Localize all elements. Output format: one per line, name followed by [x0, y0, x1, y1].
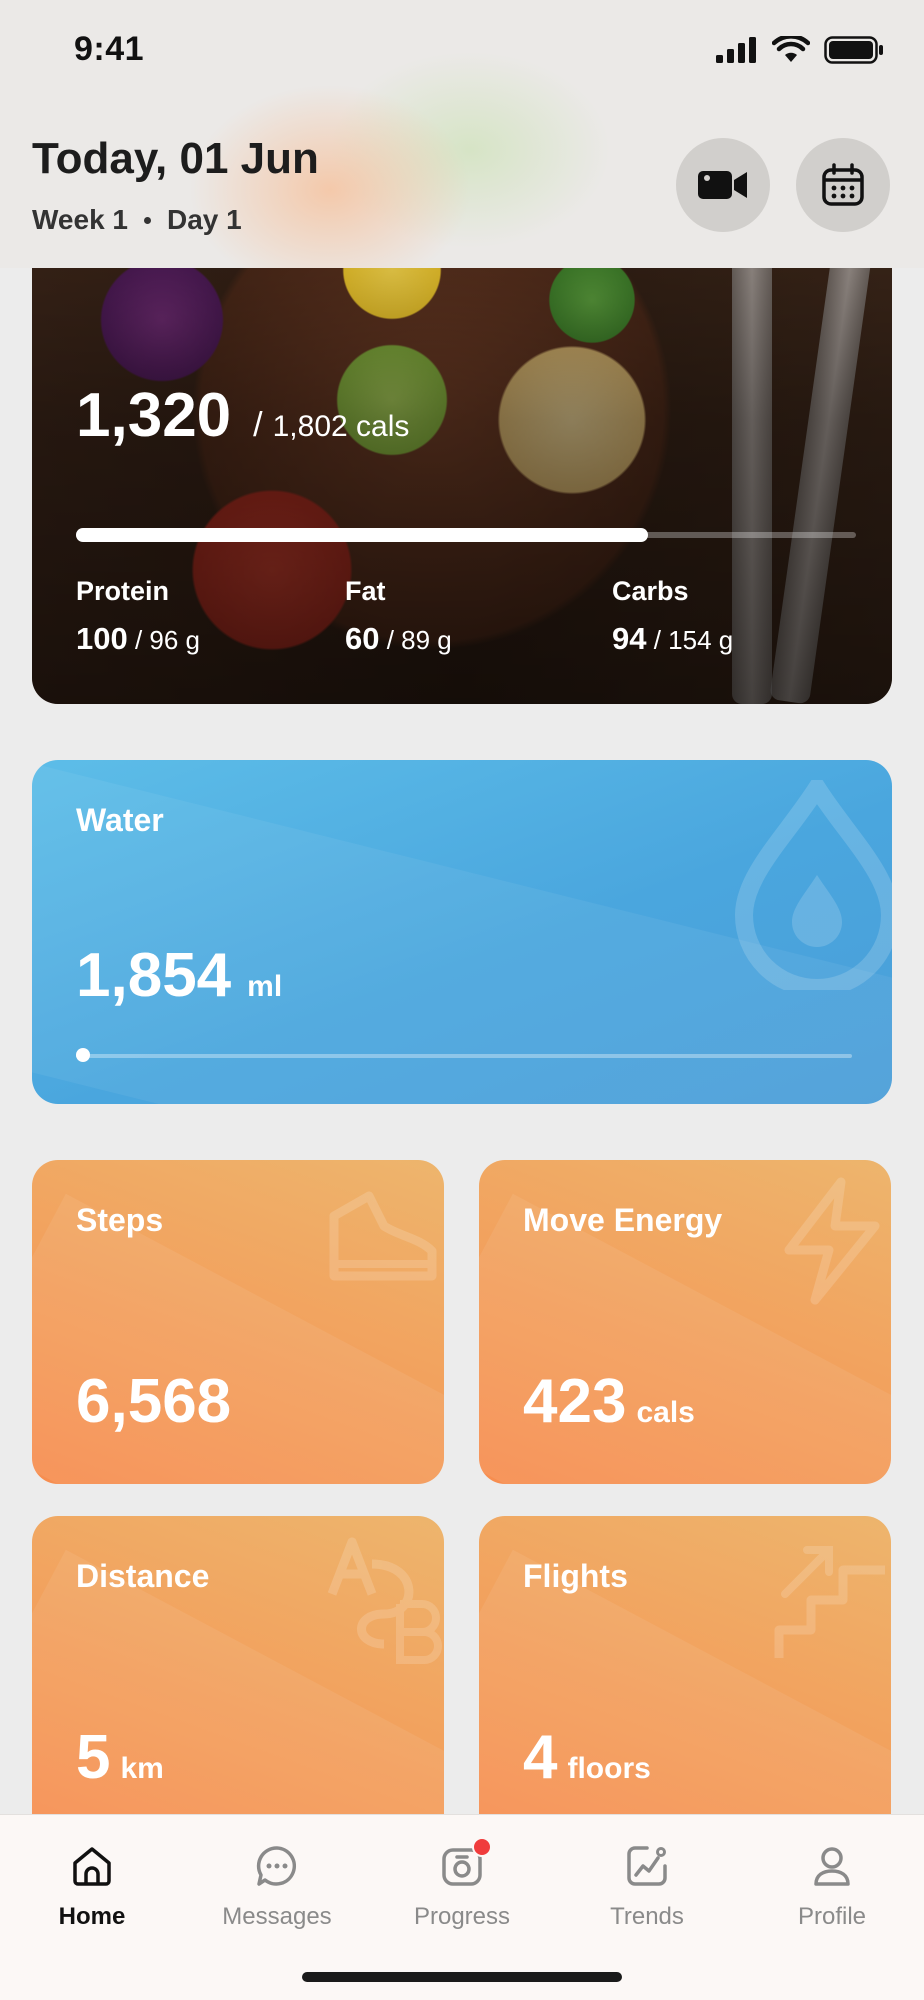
- messages-icon: [256, 1846, 297, 1886]
- water-amount: 1,854: [76, 941, 232, 1010]
- move-energy-unit: cals: [636, 1396, 695, 1429]
- page-title: Today, 01 Jun: [32, 134, 319, 183]
- battery-icon: [824, 36, 883, 64]
- calories-progress-fill: [76, 528, 648, 542]
- profile-icon: [814, 1847, 850, 1886]
- status-time: 9:41: [74, 30, 145, 68]
- cellular-signal-icon: [716, 37, 756, 63]
- home-icon: [73, 1847, 111, 1886]
- tab-icon-wrap: [440, 1837, 492, 1893]
- water-progress-handle[interactable]: [76, 1048, 90, 1062]
- move-energy-amount: 423: [523, 1367, 627, 1436]
- flights-card[interactable]: Flights 4 floors: [479, 1516, 891, 1840]
- home-indicator: [302, 1972, 622, 1982]
- move-energy-value: 423 cals: [523, 1366, 695, 1437]
- tab-label: Trends: [610, 1903, 684, 1930]
- week-day-subtitle: Week 1 Day 1: [32, 204, 242, 236]
- water-drop-icon: [734, 780, 892, 990]
- tab-trends[interactable]: Trends: [555, 1839, 739, 1931]
- calories-summary: 1,320 / 1,802 cals: [76, 380, 409, 451]
- macro-amount: 100: [76, 621, 128, 656]
- water-label: Water: [76, 802, 164, 838]
- trends-icon: [627, 1846, 667, 1886]
- calories-slash: /: [253, 406, 263, 444]
- tab-profile[interactable]: Profile: [740, 1839, 924, 1931]
- distance-card[interactable]: Distance 5 km: [32, 1516, 444, 1840]
- video-camera-icon: [698, 171, 747, 199]
- flights-amount: 4: [523, 1723, 558, 1792]
- stairs-icon: [774, 1546, 885, 1658]
- tab-label: Messages: [222, 1903, 332, 1930]
- steps-card[interactable]: Steps 6,568: [32, 1160, 444, 1484]
- calendar-button[interactable]: [796, 138, 890, 232]
- steps-value: 6,568: [76, 1366, 231, 1437]
- flights-unit: floors: [567, 1752, 651, 1785]
- macro-amount: 94: [612, 621, 647, 656]
- move-energy-label: Move Energy: [523, 1202, 723, 1238]
- macro-fat: Fat 60 / 89 g: [345, 576, 452, 657]
- macro-goal: / 154 g: [653, 625, 734, 655]
- water-progress-track[interactable]: [76, 1048, 852, 1062]
- water-unit: ml: [247, 970, 283, 1003]
- calories-card[interactable]: 1,320 / 1,802 cals Protein 100 / 96 g Fa…: [32, 230, 892, 704]
- status-icons: [716, 36, 884, 64]
- separator-dot: [144, 216, 151, 224]
- tab-icon-wrap: [810, 1839, 854, 1893]
- flights-value: 4 floors: [523, 1722, 651, 1793]
- week-label: Week 1: [32, 204, 128, 235]
- macro-carbs: Carbs 94 / 154 g: [612, 576, 733, 657]
- status-bar: 9:41: [0, 0, 924, 100]
- distance-label: Distance: [76, 1558, 210, 1594]
- a-to-b-icon: [327, 1537, 442, 1664]
- macro-value: 94 / 154 g: [612, 621, 733, 657]
- steps-amount: 6,568: [76, 1367, 232, 1436]
- lightning-icon: [784, 1177, 880, 1305]
- calories-goal: 1,802 cals: [272, 410, 410, 443]
- sneaker-icon: [329, 1191, 437, 1281]
- water-card[interactable]: Water 1,854 ml: [32, 760, 892, 1104]
- notification-badge: [472, 1837, 492, 1857]
- macro-goal: / 96 g: [134, 625, 201, 655]
- macro-value: 60 / 89 g: [345, 621, 452, 657]
- steps-label: Steps: [76, 1202, 164, 1238]
- video-call-button[interactable]: [676, 138, 770, 232]
- macro-goal: / 89 g: [386, 625, 452, 655]
- macro-label: Fat: [345, 576, 386, 606]
- tab-icon-wrap: [255, 1839, 299, 1893]
- tab-icon-wrap: [625, 1839, 669, 1893]
- macro-amount: 60: [345, 621, 380, 656]
- distance-amount: 5: [76, 1723, 111, 1792]
- wifi-icon: [772, 36, 810, 62]
- tab-label: Progress: [413, 1903, 511, 1930]
- day-label: Day 1: [167, 204, 242, 235]
- tab-progress[interactable]: Progress: [370, 1837, 554, 1931]
- tab-label: Profile: [797, 1903, 867, 1930]
- tab-home[interactable]: Home: [0, 1839, 184, 1931]
- calories-progress-track: [76, 528, 856, 542]
- macro-value: 100 / 96 g: [76, 621, 200, 657]
- macro-label: Protein: [76, 576, 170, 606]
- macro-label: Carbs: [612, 576, 689, 606]
- move-energy-card[interactable]: Move Energy 423 cals: [479, 1160, 891, 1484]
- flights-label: Flights: [523, 1558, 628, 1594]
- macro-protein: Protein 100 / 96 g: [76, 576, 200, 657]
- top-header: 9:41 Today, 01 Jun Week 1 Day 1: [0, 0, 924, 268]
- tab-messages[interactable]: Messages: [185, 1839, 369, 1931]
- water-value: 1,854 ml: [76, 940, 282, 1011]
- distance-unit: km: [120, 1752, 164, 1785]
- distance-value: 5 km: [76, 1722, 164, 1793]
- tab-icon-wrap: [70, 1839, 114, 1893]
- calories-consumed: 1,320: [76, 381, 232, 450]
- calendar-icon: [822, 163, 864, 206]
- tab-label: Home: [58, 1903, 126, 1930]
